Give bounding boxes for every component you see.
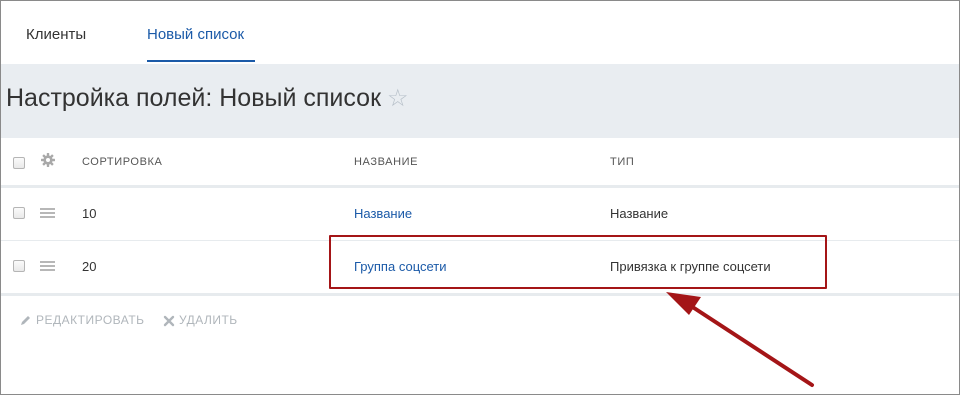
drag-handle-icon[interactable] <box>40 261 55 271</box>
table-header-row: СОРТИРОВКА НАЗВАНИЕ ТИП <box>1 138 959 188</box>
table-row: 10 Название Название <box>1 188 959 241</box>
edit-button[interactable]: РЕДАКТИРОВАТЬ <box>19 313 145 327</box>
page-header: Настройка полей: Новый список ☆ <box>1 64 959 138</box>
action-bar: РЕДАКТИРОВАТЬ УДАЛИТЬ <box>1 313 959 333</box>
close-icon <box>163 315 175 327</box>
page-title-wrap: Настройка полей: Новый список ☆ <box>6 84 409 113</box>
row-checkbox[interactable] <box>13 260 25 272</box>
header-type[interactable]: ТИП <box>610 156 634 168</box>
edit-button-label: РЕДАКТИРОВАТЬ <box>36 313 145 327</box>
row-name-link[interactable]: Название <box>354 206 412 221</box>
delete-button[interactable]: УДАЛИТЬ <box>163 313 238 327</box>
star-icon[interactable]: ☆ <box>387 85 409 112</box>
row-sort-value: 10 <box>82 206 97 221</box>
select-all-checkbox[interactable] <box>13 157 25 169</box>
annotation-highlight-box <box>329 235 827 289</box>
tab-clients[interactable]: Клиенты <box>26 26 86 43</box>
tab-bar: Клиенты Новый список <box>1 1 959 64</box>
row-sort-value: 20 <box>82 259 97 274</box>
page-title: Настройка полей: Новый список <box>6 84 381 112</box>
header-name[interactable]: НАЗВАНИЕ <box>354 156 418 168</box>
active-tab-indicator <box>147 60 255 62</box>
pencil-icon <box>21 316 30 326</box>
drag-handle-icon[interactable] <box>40 208 55 218</box>
window-frame: Клиенты Новый список Настройка полей: Но… <box>0 0 960 395</box>
row-type-value: Название <box>610 206 669 221</box>
header-sort[interactable]: СОРТИРОВКА <box>82 156 162 168</box>
row-checkbox[interactable] <box>13 207 25 219</box>
tab-new-list[interactable]: Новый список <box>147 26 244 43</box>
delete-button-label: УДАЛИТЬ <box>179 313 238 327</box>
gear-icon[interactable] <box>40 152 56 168</box>
